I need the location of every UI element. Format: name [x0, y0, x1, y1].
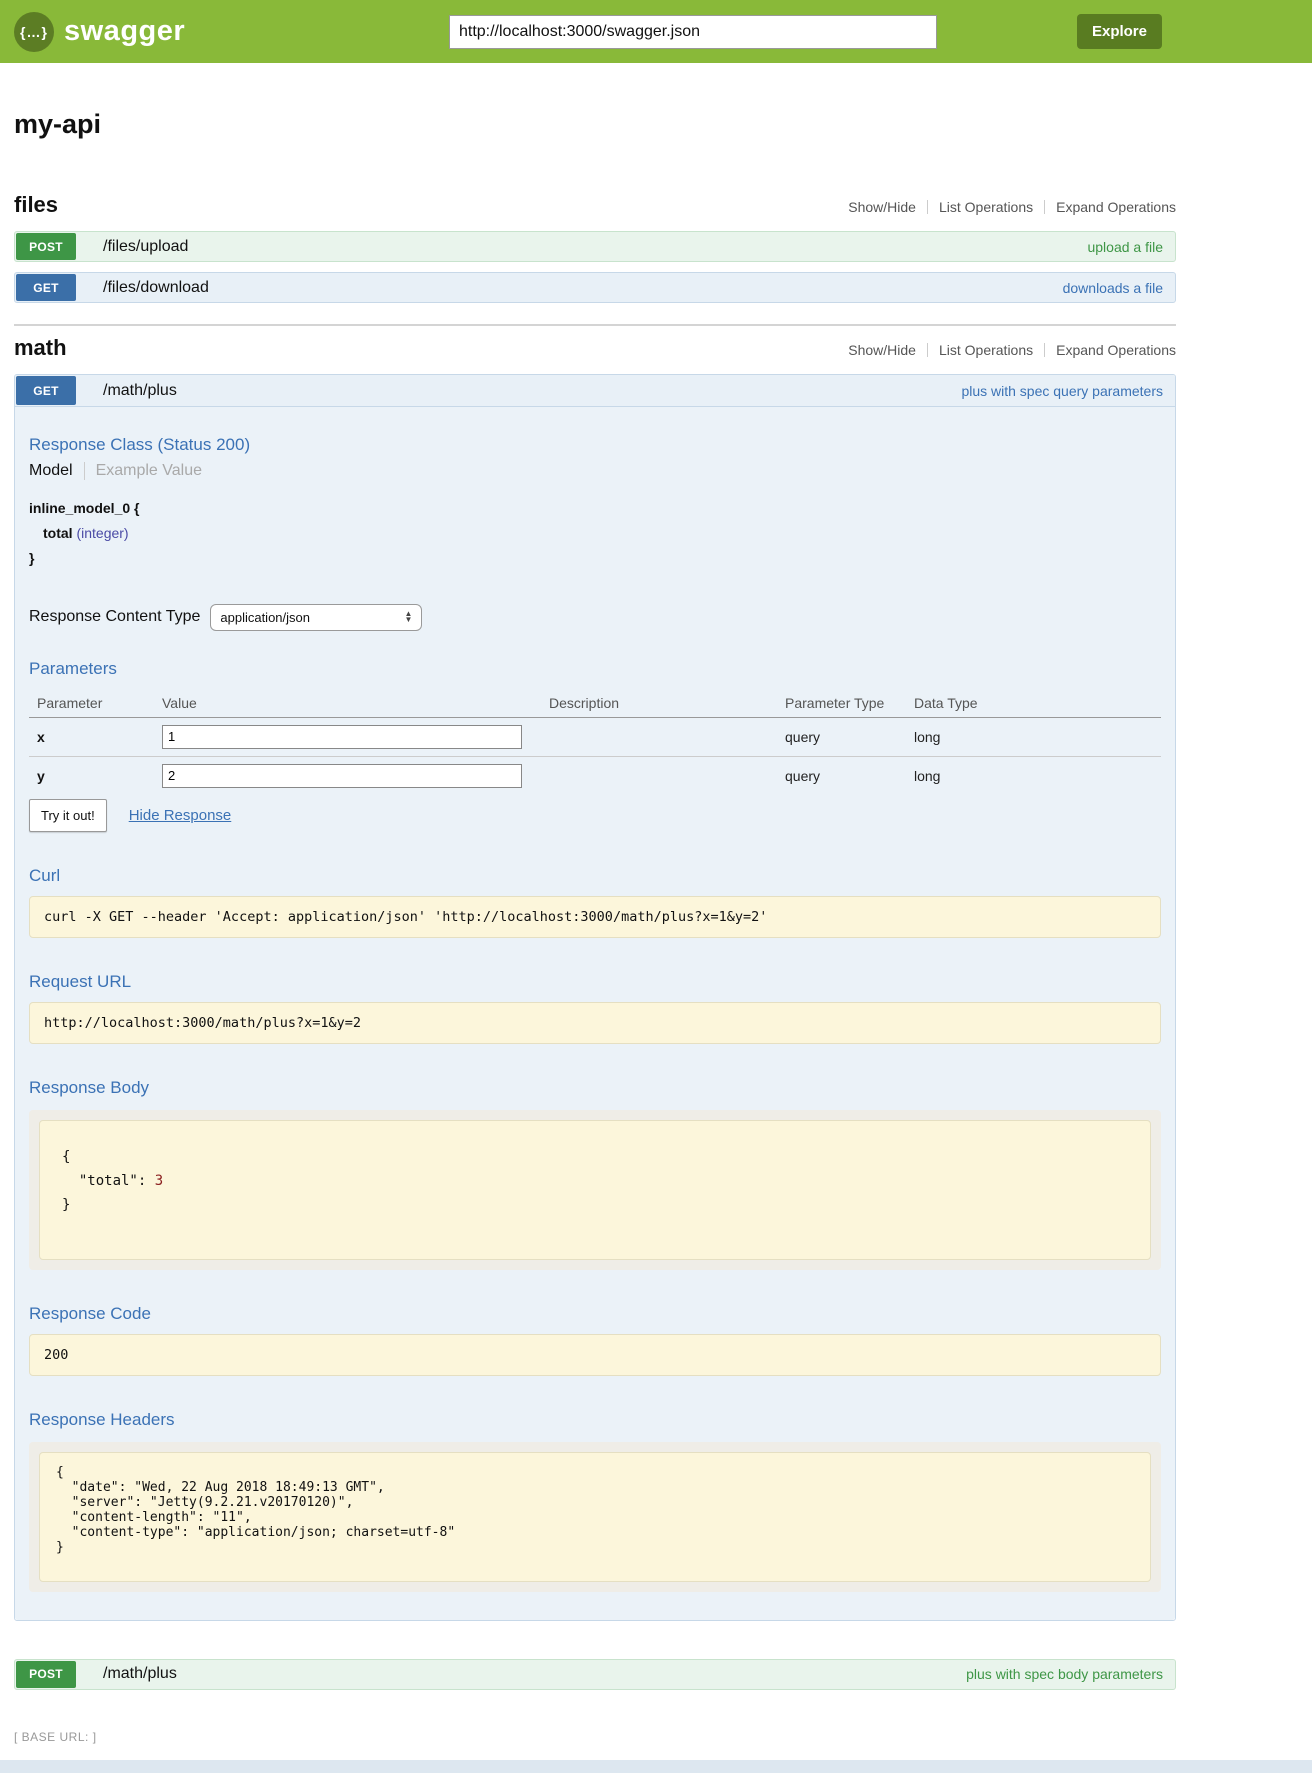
- column-header-value: Value: [154, 689, 541, 718]
- response-body-json: { "total": 3 }: [62, 1145, 1128, 1217]
- response-class-tabs: Model Example Value: [29, 462, 1161, 480]
- get-method-badge: GET: [16, 376, 76, 405]
- parameter-x-input[interactable]: [162, 725, 522, 749]
- response-body-heading: Response Body: [29, 1078, 1161, 1098]
- operation-path: /math/plus: [103, 382, 177, 400]
- parameter-data-type: long: [914, 768, 940, 784]
- model-property-type: (integer): [76, 525, 128, 541]
- show-hide-link[interactable]: Show/Hide: [848, 199, 916, 215]
- divider: [927, 343, 928, 357]
- column-header-parameter-type: Parameter Type: [777, 689, 906, 718]
- divider: [1044, 343, 1045, 357]
- swagger-logo[interactable]: {…} swagger: [14, 12, 185, 52]
- column-header-description: Description: [541, 689, 777, 718]
- request-url-value: http://localhost:3000/math/plus?x=1&y=2: [29, 1002, 1161, 1044]
- expanded-operation-get-math-plus: GET /math/plus plus with spec query para…: [14, 374, 1176, 1621]
- operation-path: /files/download: [103, 279, 209, 297]
- main-content: my-api files Show/Hide List Operations E…: [14, 109, 1176, 1744]
- math-section-title: math: [14, 335, 67, 361]
- select-arrows-icon: ▲ ▼: [404, 611, 412, 623]
- show-hide-link[interactable]: Show/Hide: [848, 342, 916, 358]
- post-method-badge: POST: [16, 233, 76, 260]
- math-section-header: math Show/Hide List Operations Expand Op…: [14, 335, 1176, 361]
- divider: [927, 200, 928, 214]
- response-headers-json: { "date": "Wed, 22 Aug 2018 18:49:13 GMT…: [56, 1465, 1134, 1555]
- get-method-badge: GET: [16, 274, 76, 301]
- explore-button[interactable]: Explore: [1077, 14, 1162, 49]
- operation-path: /math/plus: [103, 1665, 177, 1683]
- json-number-value: 3: [155, 1173, 163, 1189]
- curl-heading: Curl: [29, 866, 1161, 886]
- response-body-wrapper: { "total": 3 }: [29, 1110, 1161, 1270]
- brand-name: swagger: [64, 15, 185, 48]
- operation-row-get-files-download[interactable]: GET /files/download downloads a file: [14, 272, 1176, 303]
- list-operations-link[interactable]: List Operations: [939, 342, 1033, 358]
- parameter-data-type: long: [914, 729, 940, 745]
- post-method-badge: POST: [16, 1661, 76, 1688]
- parameter-y-input[interactable]: [162, 764, 522, 788]
- bottom-strip: [0, 1760, 1312, 1773]
- parameter-row-x: x query long: [29, 717, 1161, 756]
- response-headers-box: { "date": "Wed, 22 Aug 2018 18:49:13 GMT…: [39, 1452, 1151, 1582]
- operation-row-post-math-plus[interactable]: POST /math/plus plus with spec body para…: [14, 1659, 1176, 1690]
- try-it-out-row: Try it out! Hide Response: [29, 799, 1161, 832]
- top-bar: {…} swagger Explore: [0, 0, 1312, 63]
- model-signature: inline_model_0 { total (integer) }: [29, 499, 1161, 568]
- swagger-logo-icon: {…}: [14, 12, 54, 52]
- column-header-parameter: Parameter: [29, 689, 154, 718]
- math-section-controls: Show/Hide List Operations Expand Operati…: [848, 342, 1176, 358]
- parameter-name: x: [37, 729, 45, 745]
- selected-content-type: application/json: [220, 610, 310, 625]
- divider: [1044, 200, 1045, 214]
- parameters-heading: Parameters: [29, 659, 1161, 679]
- tab-example-value[interactable]: Example Value: [85, 462, 202, 480]
- operation-summary-link[interactable]: plus with spec body parameters: [966, 1666, 1163, 1682]
- response-body-box: { "total": 3 }: [39, 1120, 1151, 1260]
- response-content-type-select[interactable]: application/json ▲ ▼: [210, 604, 422, 631]
- files-section-header: files Show/Hide List Operations Expand O…: [14, 192, 1176, 218]
- parameter-type: query: [785, 768, 820, 784]
- files-section-title: files: [14, 192, 58, 218]
- expand-operations-link[interactable]: Expand Operations: [1056, 342, 1176, 358]
- curl-command: curl -X GET --header 'Accept: applicatio…: [29, 896, 1161, 938]
- list-operations-link[interactable]: List Operations: [939, 199, 1033, 215]
- response-class-heading: Response Class (Status 200): [29, 435, 1161, 455]
- model-close-brace: }: [29, 549, 1161, 567]
- response-code-heading: Response Code: [29, 1304, 1161, 1324]
- response-content-type-row: Response Content Type application/json ▲…: [29, 604, 1161, 631]
- operation-path: /files/upload: [103, 238, 188, 256]
- request-url-heading: Request URL: [29, 972, 1161, 992]
- files-section-controls: Show/Hide List Operations Expand Operati…: [848, 199, 1176, 215]
- response-headers-wrapper: { "date": "Wed, 22 Aug 2018 18:49:13 GMT…: [29, 1442, 1161, 1592]
- hide-response-link[interactable]: Hide Response: [129, 807, 232, 824]
- model-property-name: total: [43, 525, 73, 541]
- response-headers-heading: Response Headers: [29, 1410, 1161, 1430]
- parameter-name: y: [37, 768, 45, 784]
- base-url-label: [ BASE URL: ]: [14, 1730, 1176, 1744]
- response-content-type-label: Response Content Type: [29, 608, 200, 626]
- operation-summary-link[interactable]: downloads a file: [1063, 280, 1163, 296]
- column-header-data-type: Data Type: [906, 689, 1161, 718]
- parameter-row-y: y query long: [29, 756, 1161, 795]
- tab-model[interactable]: Model: [29, 462, 85, 480]
- page-title: my-api: [14, 109, 1176, 140]
- expand-operations-link[interactable]: Expand Operations: [1056, 199, 1176, 215]
- model-name: inline_model_0 {: [29, 499, 1161, 517]
- operation-row-post-files-upload[interactable]: POST /files/upload upload a file: [14, 231, 1176, 262]
- operation-detail-panel: Response Class (Status 200) Model Exampl…: [15, 407, 1175, 1620]
- operation-summary-link[interactable]: plus with spec query parameters: [961, 383, 1163, 399]
- spec-url-input[interactable]: [449, 15, 937, 49]
- operation-summary-link[interactable]: upload a file: [1087, 239, 1163, 255]
- parameter-type: query: [785, 729, 820, 745]
- response-code-value: 200: [29, 1334, 1161, 1376]
- spacer: [14, 1631, 1176, 1659]
- parameters-table: Parameter Value Description Parameter Ty…: [29, 689, 1161, 795]
- section-divider: [14, 324, 1176, 326]
- operation-row-get-math-plus[interactable]: GET /math/plus plus with spec query para…: [15, 375, 1175, 407]
- try-it-out-button[interactable]: Try it out!: [29, 799, 107, 832]
